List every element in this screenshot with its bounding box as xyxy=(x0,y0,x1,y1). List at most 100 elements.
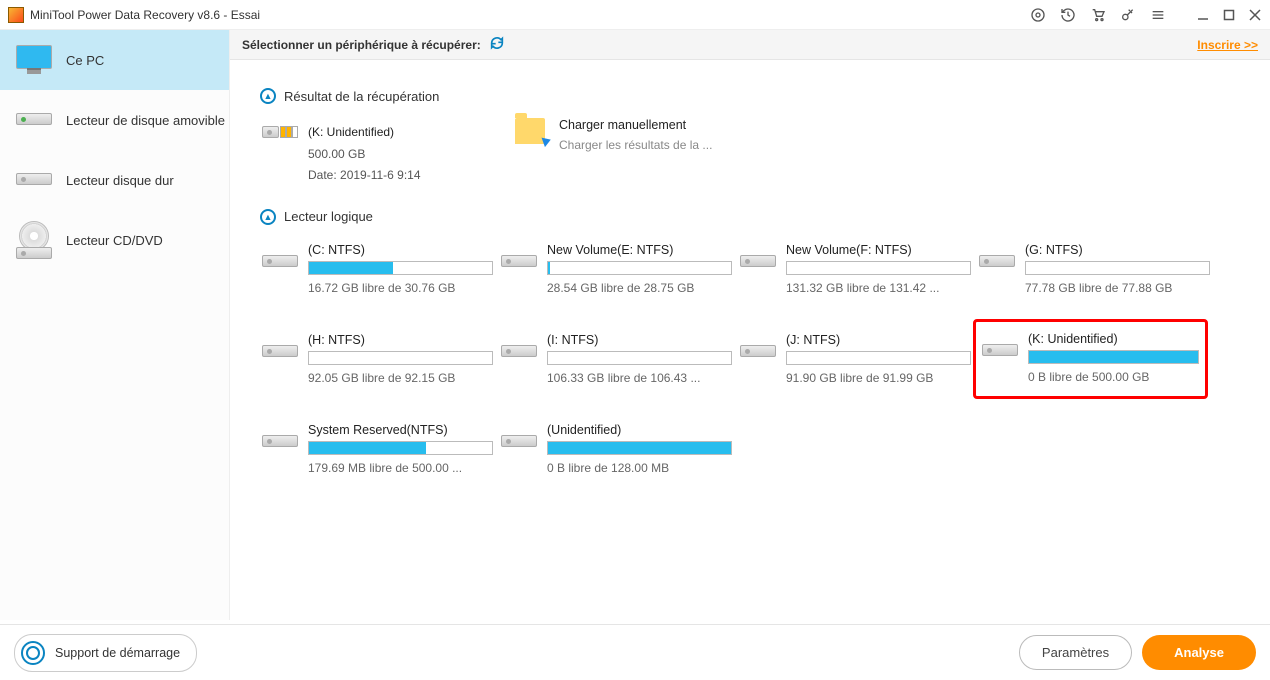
manual-title: Charger manuellement xyxy=(559,118,712,132)
sidebar-item-removable[interactable]: Lecteur de disque amovible xyxy=(0,90,229,150)
drive-label: (I: NTFS) xyxy=(547,333,732,347)
drive-tile[interactable]: (H: NTFS) 92.05 GB libre de 92.15 GB xyxy=(260,329,495,389)
collapse-icon: ▲ xyxy=(260,209,276,225)
drive-label: New Volume(F: NTFS) xyxy=(786,243,971,257)
drive-tile[interactable]: (C: NTFS)16.72 GB libre de 30.76 GB xyxy=(260,239,495,299)
sidebar-item-this-pc[interactable]: Ce PC xyxy=(0,30,229,90)
minimize-icon[interactable] xyxy=(1196,8,1210,22)
section-logical-drive[interactable]: ▲ Lecteur logique xyxy=(260,209,1240,225)
usage-bar xyxy=(547,351,732,365)
usage-bar xyxy=(547,261,732,275)
settings-button[interactable]: Paramètres xyxy=(1019,635,1132,670)
section-title: Résultat de la récupération xyxy=(284,89,439,104)
titlebar: MiniTool Power Data Recovery v8.6 - Essa… xyxy=(0,0,1270,30)
drive-icon xyxy=(262,247,298,267)
drive-tile[interactable]: (G: NTFS) 77.78 GB libre de 77.88 GB xyxy=(977,239,1212,299)
drive-icon xyxy=(501,427,537,447)
drive-free-text: 0 B libre de 128.00 MB xyxy=(547,461,732,475)
subheader: Sélectionner un périphérique à récupérer… xyxy=(230,30,1270,60)
drive-icon xyxy=(979,247,1015,267)
maximize-icon[interactable] xyxy=(1222,8,1236,22)
collapse-icon: ▲ xyxy=(260,88,276,104)
drive-free-text: 91.90 GB libre de 91.99 GB xyxy=(786,371,971,385)
drive-label: (H: NTFS) xyxy=(308,333,493,347)
recovery-date: Date: 2019-11-6 9:14 xyxy=(308,165,493,187)
drive-free-text: 28.54 GB libre de 28.75 GB xyxy=(547,281,732,295)
section-title: Lecteur logique xyxy=(284,209,373,224)
sidebar-item-hdd[interactable]: Lecteur disque dur xyxy=(0,150,229,210)
drive-free-text: 179.69 MB libre de 500.00 ... xyxy=(308,461,493,475)
usage-bar xyxy=(547,441,732,455)
drive-icon xyxy=(262,337,298,357)
monitor-icon xyxy=(16,45,52,75)
drive-free-text: 131.32 GB libre de 131.42 ... xyxy=(786,281,971,295)
history-icon[interactable] xyxy=(1060,7,1076,23)
drive-free-text: 16.72 GB libre de 30.76 GB xyxy=(308,281,493,295)
subheader-label: Sélectionner un périphérique à récupérer… xyxy=(242,38,481,52)
hard-drive-icon xyxy=(16,165,52,195)
drive-tile[interactable]: New Volume(F: NTFS) 131.32 GB libre de 13… xyxy=(738,239,973,299)
usage-bar xyxy=(1025,261,1210,275)
power-ring-icon xyxy=(21,641,45,665)
drive-icon xyxy=(740,337,776,357)
drive-icon xyxy=(501,247,537,267)
target-icon[interactable] xyxy=(1030,7,1046,23)
sidebar-item-label: Lecteur disque dur xyxy=(66,173,174,188)
drive-label: (K: Unidentified) xyxy=(1028,332,1199,346)
drive-label: System Reserved(NTFS) xyxy=(308,423,493,437)
sidebar-item-label: Ce PC xyxy=(66,53,104,68)
usage-bar xyxy=(1028,350,1199,364)
recovery-label: (K: Unidentified) xyxy=(308,122,493,144)
close-icon[interactable] xyxy=(1248,8,1262,22)
cd-dvd-icon xyxy=(16,225,52,255)
drive-free-text: 77.78 GB libre de 77.88 GB xyxy=(1025,281,1210,295)
usage-bar xyxy=(786,351,971,365)
app-logo xyxy=(8,7,24,23)
drive-icon xyxy=(982,336,1018,356)
content: Sélectionner un périphérique à récupérer… xyxy=(230,30,1270,620)
sidebar-item-label: Lecteur CD/DVD xyxy=(66,233,163,248)
usage-bar xyxy=(308,441,493,455)
section-recovery-result[interactable]: ▲ Résultat de la récupération xyxy=(260,88,1240,104)
usage-bar xyxy=(308,261,493,275)
drive-tile[interactable]: System Reserved(NTFS) 179.69 MB libre de … xyxy=(260,419,495,479)
manual-subtitle: Charger les résultats de la ... xyxy=(559,138,712,152)
footer: Support de démarrage Paramètres Analyse xyxy=(0,624,1270,680)
recovery-size: 500.00 GB xyxy=(308,144,493,166)
titlebar-tools xyxy=(1030,7,1166,23)
drive-icon xyxy=(262,427,298,447)
usage-bar xyxy=(786,261,971,275)
recovery-item[interactable]: (K: Unidentified) 500.00 GB Date: 2019-1… xyxy=(260,118,495,191)
menu-icon[interactable] xyxy=(1150,7,1166,23)
sidebar-item-label: Lecteur de disque amovible xyxy=(66,113,225,128)
scroll-area: ▲ Résultat de la récupération (K: Uniden… xyxy=(230,60,1270,620)
boot-media-button[interactable]: Support de démarrage xyxy=(14,634,197,672)
removable-drive-icon xyxy=(16,105,52,135)
folder-arrow-icon xyxy=(515,118,545,144)
sidebar-item-cddvd[interactable]: Lecteur CD/DVD xyxy=(0,210,229,270)
drive-grid: (C: NTFS)16.72 GB libre de 30.76 GBNew V… xyxy=(260,239,1240,479)
drive-label: New Volume(E: NTFS) xyxy=(547,243,732,257)
scan-button[interactable]: Analyse xyxy=(1142,635,1256,670)
boot-label: Support de démarrage xyxy=(55,646,180,660)
drive-label: (G: NTFS) xyxy=(1025,243,1210,257)
drive-icon xyxy=(501,337,537,357)
drive-tile[interactable]: (I: NTFS) 106.33 GB libre de 106.43 ... xyxy=(499,329,734,389)
cart-icon[interactable] xyxy=(1090,7,1106,23)
drive-tile[interactable]: (J: NTFS)91.90 GB libre de 91.99 GB xyxy=(738,329,973,389)
load-manually[interactable]: Charger manuellement Charger les résulta… xyxy=(515,118,712,191)
drive-tile[interactable]: New Volume(E: NTFS) 28.54 GB libre de 28.… xyxy=(499,239,734,299)
window-controls xyxy=(1196,8,1262,22)
drive-free-text: 106.33 GB libre de 106.43 ... xyxy=(547,371,732,385)
usage-bar xyxy=(308,351,493,365)
refresh-icon[interactable] xyxy=(489,35,505,54)
app-title: MiniTool Power Data Recovery v8.6 - Essa… xyxy=(30,8,1030,22)
drive-icon xyxy=(740,247,776,267)
recovery-row: (K: Unidentified) 500.00 GB Date: 2019-1… xyxy=(260,118,1240,191)
main: Ce PC Lecteur de disque amovible Lecteur… xyxy=(0,30,1270,620)
key-icon[interactable] xyxy=(1120,7,1136,23)
drive-tile[interactable]: (Unidentified)0 B libre de 128.00 MB xyxy=(499,419,734,479)
drive-free-text: 92.05 GB libre de 92.15 GB xyxy=(308,371,493,385)
register-link[interactable]: Inscrire >> xyxy=(1197,38,1258,52)
drive-tile[interactable]: (K: Unidentified)0 B libre de 500.00 GB xyxy=(973,319,1208,399)
